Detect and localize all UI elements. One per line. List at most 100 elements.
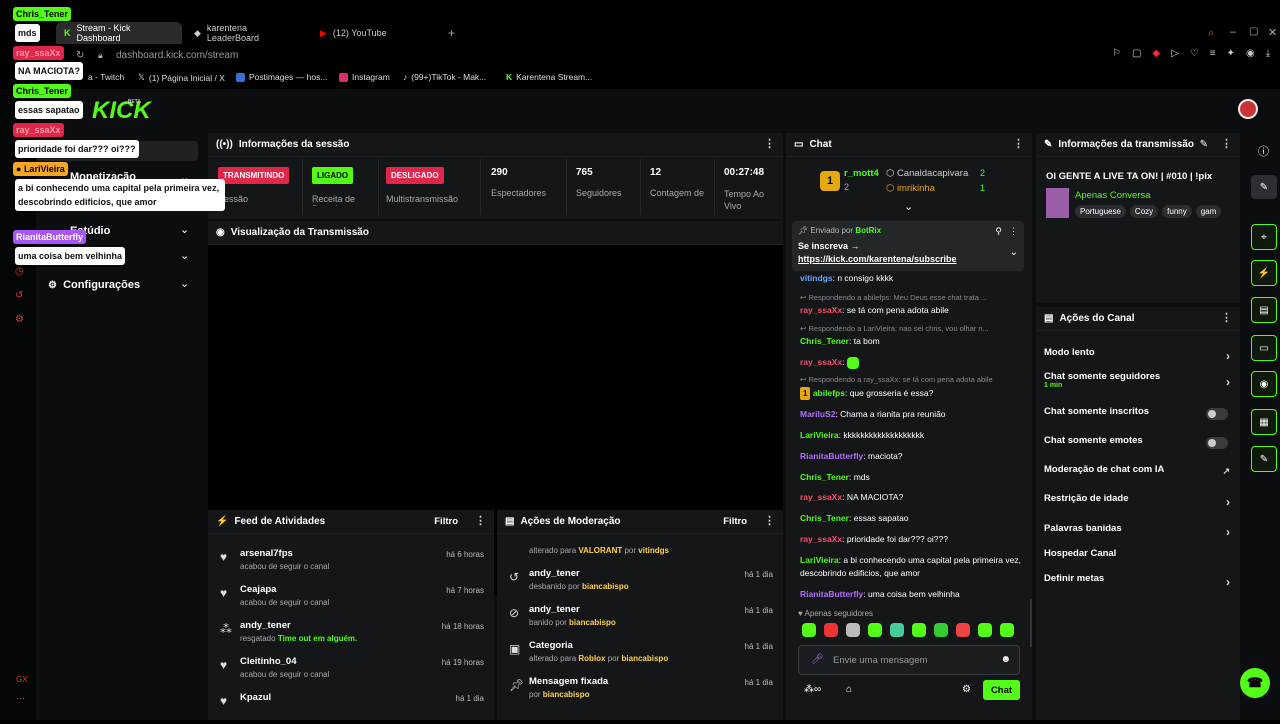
- action-palavras-banidas[interactable]: Palavras banidas ›: [1044, 523, 1230, 543]
- bookmark-icon[interactable]: ⚐: [1112, 48, 1121, 59]
- emote-icon[interactable]: [956, 623, 970, 637]
- unpin-icon[interactable]: ⚲: [995, 226, 1002, 237]
- chevron-down-icon[interactable]: ⌄: [1010, 247, 1018, 258]
- rail-lightning-icon[interactable]: ⚡: [1251, 260, 1277, 286]
- emoji-icon[interactable]: ☻: [1000, 654, 1011, 665]
- bookmark-instagram[interactable]: Instagram: [339, 72, 390, 82]
- emote-icon[interactable]: [912, 623, 926, 637]
- new-tab-button[interactable]: +: [440, 22, 463, 44]
- instagram-icon: [339, 72, 348, 82]
- edit-panel-button[interactable]: ✎: [1251, 175, 1277, 199]
- more-icon[interactable]: ···: [16, 693, 25, 703]
- kick-logo[interactable]: KICK: [92, 97, 151, 125]
- expand-leaderboard-icon[interactable]: ⌄: [904, 200, 913, 213]
- emote-icon[interactable]: [846, 623, 860, 637]
- emote-icon[interactable]: [868, 623, 882, 637]
- store-icon[interactable]: ⌂: [846, 684, 852, 695]
- bookmark-karentena[interactable]: K Karentena Stream...: [506, 72, 592, 82]
- download-icon[interactable]: ⤓: [1266, 48, 1270, 59]
- sidebar-clock-icon[interactable]: ◷: [15, 266, 24, 277]
- nav-configuracoes[interactable]: ⚙ Configurações: [48, 279, 140, 291]
- action-modo-lento[interactable]: Modo lento ›: [1044, 347, 1230, 367]
- emote-icon[interactable]: [1000, 623, 1014, 637]
- action-restricao-idade[interactable]: Restrição de idade ›: [1044, 493, 1230, 513]
- emote-icon[interactable]: [890, 623, 904, 637]
- shield-icon[interactable]: ◆: [1152, 48, 1160, 59]
- search-tabs-icon[interactable]: ⌕: [1208, 27, 1214, 40]
- chevron-down-icon[interactable]: ⌄: [180, 223, 189, 236]
- action-hospedar-canal[interactable]: Hospedar Canal: [1044, 548, 1230, 568]
- points-icon[interactable]: ⁂∞: [804, 684, 821, 695]
- reload-icon[interactable]: ↻: [76, 50, 84, 61]
- moderation-filter-button[interactable]: Filtro: [723, 516, 747, 527]
- more-options-icon[interactable]: ⋮: [764, 139, 775, 150]
- gear-icon: ⚙: [48, 280, 57, 291]
- leader-row[interactable]: ⬡ imrikinha: [886, 183, 935, 194]
- info-icon[interactable]: ⓘ: [1258, 143, 1269, 159]
- maximize-icon[interactable]: ▢: [1249, 26, 1258, 37]
- sidebar-history-icon[interactable]: ↺: [15, 290, 23, 301]
- scrollbar[interactable]: [1030, 599, 1032, 647]
- bookmark-x[interactable]: 𝕏 (1) Página Inicial / X: [138, 72, 225, 83]
- more-options-icon[interactable]: ⋮: [764, 516, 775, 527]
- more-options-icon[interactable]: ⋮: [1013, 139, 1024, 150]
- toggle-switch[interactable]: [1206, 437, 1228, 449]
- sidebar-gear-icon[interactable]: ⚙: [15, 314, 24, 325]
- subscribe-link[interactable]: https://kick.com/karentena/subscribe: [798, 254, 957, 264]
- feed-filter-button[interactable]: Filtro: [434, 516, 458, 527]
- tag-pill[interactable]: gam: [1195, 205, 1222, 218]
- action-chat-seguidores[interactable]: Chat somente seguidores 1 min ›: [1044, 371, 1230, 399]
- snapshot-icon[interactable]: ▢: [1132, 48, 1141, 59]
- heart-icon[interactable]: ♡: [1190, 48, 1199, 59]
- close-window-icon[interactable]: ✕: [1268, 26, 1277, 39]
- profile-icon[interactable]: ◉: [1246, 48, 1255, 59]
- microphone-icon[interactable]: 🎤︎: [811, 654, 824, 665]
- chevron-down-icon[interactable]: ⌄: [180, 277, 189, 290]
- wrench-icon: ✎: [1044, 139, 1053, 150]
- action-definir-metas[interactable]: Definir metas ›: [1044, 573, 1230, 593]
- rail-broadcast-icon[interactable]: ◉: [1251, 371, 1277, 397]
- rail-scan-icon[interactable]: ⌖: [1251, 224, 1277, 250]
- play-icon[interactable]: ▷: [1171, 48, 1179, 59]
- more-options-icon[interactable]: ⋮: [475, 516, 486, 527]
- category-thumbnail[interactable]: [1046, 188, 1069, 218]
- emote-icon[interactable]: [824, 623, 838, 637]
- overlay-username: RianitaButterfly: [13, 230, 87, 244]
- tab-kick-dashboard[interactable]: K Stream - Kick Dashboard: [56, 22, 182, 44]
- extensions-icon[interactable]: ✦: [1227, 48, 1235, 59]
- avatar[interactable]: [1238, 99, 1258, 119]
- rail-layout-icon[interactable]: ▦: [1251, 409, 1277, 435]
- rail-wrench-icon[interactable]: ✎: [1251, 446, 1277, 472]
- more-options-icon[interactable]: ⋮: [1221, 313, 1232, 324]
- tab-leaderboard[interactable]: ◆ karentena LeaderBoard: [186, 22, 306, 44]
- leader-name[interactable]: r_mott4: [844, 168, 879, 179]
- chat-input[interactable]: 🎤︎ Envie uma mensagem ☻: [798, 645, 1020, 675]
- support-headset-icon[interactable]: ☎: [1240, 668, 1270, 698]
- toggle-switch[interactable]: [1206, 408, 1228, 420]
- tag-pill[interactable]: Portuguese: [1075, 205, 1126, 218]
- leader-row[interactable]: ⬡ Canaldacapivara: [886, 168, 968, 179]
- more-options-icon[interactable]: ⋮: [1009, 226, 1018, 237]
- emote-icon[interactable]: [802, 623, 816, 637]
- more-options-icon[interactable]: ⋮: [1221, 139, 1232, 150]
- minimize-icon[interactable]: –: [1230, 26, 1236, 38]
- action-moderacao-ia[interactable]: Moderação de chat com IA ↗: [1044, 464, 1230, 484]
- bookmark-twitch[interactable]: a - Twitch: [88, 72, 124, 82]
- emote-icon[interactable]: [934, 623, 948, 637]
- tag-pill[interactable]: Cozy: [1129, 205, 1159, 218]
- chat-message: MariluS2: Chama a rianita pra reunião: [800, 409, 946, 419]
- rail-doc-icon[interactable]: ▤: [1251, 297, 1277, 323]
- gear-icon[interactable]: ⚙: [962, 684, 971, 695]
- emote-icon[interactable]: [978, 623, 992, 637]
- category-link[interactable]: Apenas Conversa: [1075, 190, 1151, 201]
- chevron-down-icon[interactable]: ⌄: [180, 249, 189, 262]
- bookmark-postimages[interactable]: Postimages — hos...: [236, 72, 327, 82]
- url-field[interactable]: dashboard.kick.com/stream: [116, 50, 238, 61]
- send-chat-button[interactable]: Chat: [983, 680, 1020, 700]
- bookmark-tiktok[interactable]: ♪ (99+)TikTok - Mak...: [403, 72, 486, 82]
- tag-pill[interactable]: funny: [1162, 205, 1192, 218]
- menu-lines-icon[interactable]: ≡: [1210, 48, 1216, 59]
- edit-icon[interactable]: ✎: [1200, 139, 1208, 150]
- rail-chat-icon[interactable]: ▭: [1251, 335, 1277, 361]
- tab-youtube[interactable]: ▶ (12) YouTube: [312, 22, 432, 44]
